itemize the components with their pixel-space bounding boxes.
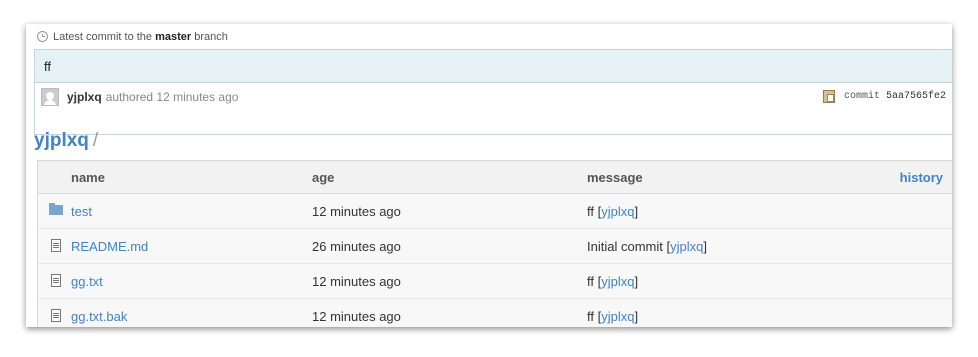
file-message: ff [yjplxq] bbox=[587, 204, 639, 219]
file-name-link[interactable]: gg.txt bbox=[71, 274, 103, 289]
file-icon bbox=[51, 309, 61, 322]
table-row: gg.txt.bak 12 minutes ago ff [yjplxq] bbox=[38, 299, 952, 327]
file-message: Initial commit [yjplxq] bbox=[587, 239, 707, 254]
clipboard-icon[interactable] bbox=[822, 90, 835, 103]
latest-commit-prefix: Latest commit to the bbox=[53, 30, 153, 43]
avatar[interactable] bbox=[41, 88, 59, 106]
header-name: name bbox=[71, 170, 105, 185]
commit-author[interactable]: yjplxq bbox=[67, 90, 102, 104]
latest-commit-suffix: branch bbox=[194, 30, 228, 43]
commit-box: ff yjplxq authored 12 minutes ago commit… bbox=[34, 49, 952, 135]
commit-author-link[interactable]: yjplxq bbox=[601, 274, 634, 289]
table-header: name age message history bbox=[38, 161, 952, 194]
clock-icon bbox=[37, 31, 48, 42]
branch-name: master bbox=[155, 30, 192, 43]
folder-icon bbox=[49, 203, 63, 215]
file-name-link[interactable]: README.md bbox=[71, 239, 148, 254]
breadcrumb: yjplxq / bbox=[34, 130, 99, 151]
file-name-link[interactable]: test bbox=[71, 204, 92, 219]
file-age: 12 minutes ago bbox=[312, 274, 401, 289]
file-icon bbox=[51, 274, 61, 287]
commit-sha[interactable]: 5aa7565fe2 bbox=[886, 91, 946, 102]
file-age: 12 minutes ago bbox=[312, 204, 401, 219]
header-message: message bbox=[587, 170, 643, 185]
commit-author-link[interactable]: yjplxq bbox=[601, 309, 634, 324]
history-link[interactable]: history bbox=[900, 170, 943, 185]
repo-name-link[interactable]: yjplxq bbox=[34, 130, 89, 151]
commit-message-text: ff bbox=[587, 309, 594, 324]
commit-author-link[interactable]: yjplxq bbox=[601, 204, 634, 219]
authored-time: authored 12 minutes ago bbox=[105, 90, 239, 104]
repository-panel: Latest commit to the master branch ff yj… bbox=[26, 24, 952, 327]
commit-message-text: ff bbox=[587, 204, 594, 219]
file-message: ff [yjplxq] bbox=[587, 309, 639, 324]
header-age: age bbox=[312, 170, 335, 185]
latest-commit-header: Latest commit to the master branch bbox=[26, 24, 952, 49]
file-age: 12 minutes ago bbox=[312, 309, 401, 324]
table-row: test 12 minutes ago ff [yjplxq] bbox=[38, 194, 952, 229]
file-icon bbox=[51, 239, 61, 252]
commit-label: commit bbox=[843, 91, 880, 102]
commit-message-text: ff bbox=[587, 274, 594, 289]
commit-message-text: Initial commit bbox=[587, 239, 663, 254]
table-row: README.md 26 minutes ago Initial commit … bbox=[38, 229, 952, 264]
table-row: gg.txt 12 minutes ago ff [yjplxq] bbox=[38, 264, 952, 299]
file-name-link[interactable]: gg.txt.bak bbox=[71, 309, 127, 324]
file-table: name age message history test 12 minutes… bbox=[37, 160, 952, 327]
file-age: 26 minutes ago bbox=[312, 239, 401, 254]
breadcrumb-separator: / bbox=[92, 130, 99, 151]
commit-meta: yjplxq authored 12 minutes ago commit 5a… bbox=[35, 83, 952, 111]
commit-ref: commit 5aa7565fe2 bbox=[822, 90, 946, 103]
file-message: ff [yjplxq] bbox=[587, 274, 639, 289]
commit-author-link[interactable]: yjplxq bbox=[670, 239, 703, 254]
commit-message: ff bbox=[35, 50, 952, 83]
